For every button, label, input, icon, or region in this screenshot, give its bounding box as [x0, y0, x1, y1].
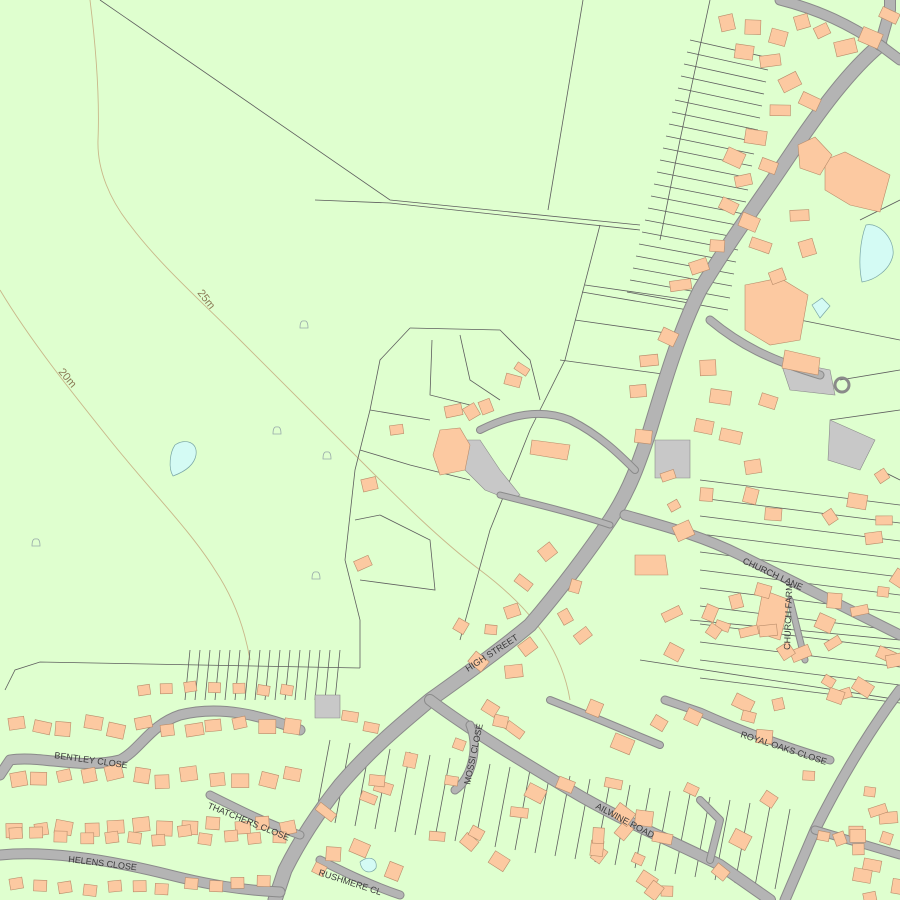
- building: [179, 765, 199, 783]
- building: [231, 773, 250, 788]
- building: [246, 831, 262, 845]
- building: [852, 867, 873, 884]
- building: [484, 624, 498, 636]
- building: [875, 515, 893, 526]
- building: [633, 428, 653, 445]
- building: [83, 714, 104, 731]
- building: [159, 683, 173, 695]
- building: [80, 832, 95, 845]
- building: [634, 554, 669, 576]
- building: [709, 239, 726, 253]
- building: [758, 623, 778, 638]
- building: [282, 717, 302, 736]
- building: [131, 816, 151, 833]
- building: [402, 751, 419, 769]
- building: [744, 19, 762, 35]
- building: [151, 833, 166, 847]
- building: [29, 826, 44, 839]
- building: [826, 592, 843, 610]
- building: [53, 830, 68, 843]
- building: [279, 683, 294, 697]
- building: [132, 880, 147, 893]
- building: [176, 824, 193, 838]
- building: [204, 718, 222, 733]
- building: [769, 104, 791, 117]
- building: [231, 715, 248, 731]
- building: [368, 774, 386, 788]
- building: [340, 709, 360, 723]
- building: [223, 829, 239, 843]
- building: [207, 682, 222, 694]
- building: [509, 806, 529, 819]
- building: [232, 682, 246, 694]
- building: [104, 830, 120, 844]
- building: [771, 697, 786, 712]
- building: [57, 880, 73, 895]
- building: [699, 487, 714, 502]
- building: [743, 458, 763, 476]
- building: [33, 879, 48, 892]
- building: [159, 723, 175, 737]
- building: [256, 875, 271, 887]
- building: [155, 820, 173, 837]
- building: [205, 816, 221, 831]
- building: [849, 829, 866, 843]
- building: [256, 684, 271, 697]
- building: [107, 879, 123, 893]
- building: [699, 359, 717, 377]
- building: [743, 128, 768, 146]
- building: [852, 843, 865, 856]
- building: [184, 722, 205, 738]
- building: [9, 770, 29, 788]
- building: [230, 876, 245, 889]
- building: [8, 876, 24, 891]
- building: [733, 43, 755, 61]
- building: [639, 353, 659, 368]
- building: [80, 766, 98, 784]
- building: [184, 877, 199, 890]
- building: [133, 766, 152, 785]
- building: [154, 774, 170, 790]
- building: [759, 53, 782, 69]
- building: [127, 831, 143, 845]
- building: [816, 830, 831, 843]
- building: [504, 663, 524, 679]
- building: [137, 683, 152, 697]
- building: [258, 719, 277, 734]
- building: [8, 826, 23, 840]
- building: [876, 586, 890, 598]
- building: [209, 880, 224, 893]
- building: [325, 846, 342, 862]
- building: [718, 13, 736, 33]
- map-canvas[interactable]: 25m 20m HIGH STREET CHURCH LANE CHURCH F…: [0, 0, 900, 900]
- building: [209, 772, 226, 788]
- building: [629, 384, 648, 399]
- building: [708, 388, 733, 406]
- building: [764, 507, 783, 522]
- building: [863, 786, 877, 798]
- building: [864, 530, 884, 546]
- paved-yard: [314, 694, 341, 719]
- building: [154, 882, 169, 896]
- building: [54, 720, 72, 738]
- building: [428, 830, 446, 842]
- building: [591, 827, 605, 845]
- building: [7, 715, 26, 731]
- building: [183, 680, 198, 693]
- building: [802, 770, 816, 781]
- building: [444, 774, 459, 787]
- building: [29, 771, 48, 786]
- building: [846, 492, 869, 511]
- building: [197, 832, 213, 846]
- building: [389, 423, 405, 436]
- building-hall: [432, 427, 471, 476]
- building: [789, 209, 810, 222]
- building: [82, 883, 98, 897]
